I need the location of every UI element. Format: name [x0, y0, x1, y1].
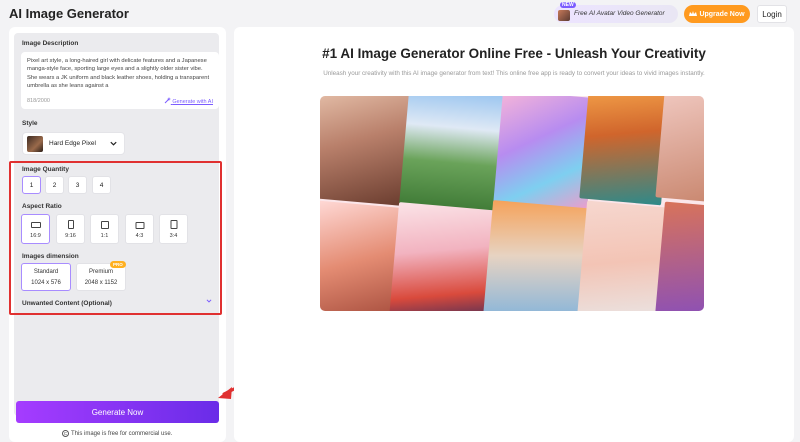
- aspect-ratio-option[interactable]: 16:9: [21, 214, 50, 244]
- ratio-label: 9:16: [65, 233, 76, 239]
- sample-image-collage: [320, 96, 704, 311]
- aspect-ratio-option[interactable]: 3:4: [159, 214, 188, 244]
- sample-image-couple: [320, 200, 401, 311]
- ratio-portrait-icon: [67, 220, 74, 229]
- sample-image-portrait: [655, 201, 704, 311]
- ratio-landscape-icon: [135, 222, 144, 229]
- chevron-down-icon: [110, 141, 117, 146]
- magic-wand-icon: [164, 97, 171, 104]
- chevron-down-icon[interactable]: [206, 298, 212, 304]
- style-thumbnail: [27, 135, 43, 152]
- ratio-portrait-icon: [170, 220, 177, 229]
- generate-with-ai-label: Generate with AI: [172, 99, 213, 105]
- dimension-size: 2048 x 1152: [84, 280, 118, 286]
- commercial-use-text: This image is free for commercial use.: [71, 430, 173, 437]
- dimension-option-standard[interactable]: Standard 1024 x 576: [21, 263, 71, 291]
- upgrade-button[interactable]: Upgrade Now: [684, 5, 750, 23]
- sample-image-portrait: [483, 200, 589, 311]
- copyright-icon: C: [62, 430, 69, 437]
- commercial-use-note: C This image is free for commercial use.: [62, 430, 172, 437]
- pro-badge: PRO: [110, 261, 126, 268]
- upgrade-label: Upgrade Now: [699, 10, 745, 18]
- sample-image-portrait: [655, 96, 704, 203]
- sample-image-landscape: [399, 96, 507, 215]
- description-input[interactable]: Pixel art style, a long-haired girl with…: [21, 52, 219, 109]
- quantity-option[interactable]: 1: [22, 176, 41, 194]
- ratio-label: 16:9: [30, 233, 41, 239]
- description-label: Image Description: [22, 40, 79, 47]
- quantity-label: Image Quantity: [22, 166, 69, 173]
- new-badge: NEW: [560, 2, 576, 8]
- style-select[interactable]: Hard Edge Pixel: [22, 132, 125, 155]
- quantity-option[interactable]: 4: [92, 176, 111, 194]
- dimension-label: Images dimension: [22, 253, 79, 260]
- generate-now-button[interactable]: Generate Now: [16, 401, 219, 423]
- avatar-thumbnail-icon: [558, 10, 570, 21]
- page-title: #1 AI Image Generator Online Free - Unle…: [322, 46, 706, 61]
- app-title: AI Image Generator: [9, 6, 129, 21]
- promo-banner[interactable]: NEW Free AI Avatar Video Generator: [554, 2, 678, 23]
- style-value: Hard Edge Pixel: [49, 140, 96, 147]
- description-text: Pixel art style, a long-haired girl with…: [27, 58, 210, 89]
- dimension-name: Standard: [33, 269, 59, 275]
- quantity-option[interactable]: 2: [45, 176, 64, 194]
- sample-image-portrait: [320, 96, 411, 206]
- generate-with-ai-button[interactable]: Generate with AI: [164, 97, 213, 105]
- ratio-label: 1:1: [100, 233, 109, 239]
- ratio-label: 3:4: [169, 233, 178, 239]
- aspect-ratio-option[interactable]: 1:1: [90, 214, 119, 244]
- login-button[interactable]: Login: [757, 5, 787, 23]
- top-bar: AI Image Generator NEW Free AI Avatar Vi…: [0, 0, 800, 27]
- style-label: Style: [22, 120, 38, 127]
- dimension-size: 1024 x 576: [31, 280, 61, 286]
- promo-text: Free AI Avatar Video Generator: [574, 10, 665, 17]
- unwanted-content-toggle[interactable]: Unwanted Content (Optional): [22, 300, 112, 307]
- aspect-ratio-label: Aspect Ratio: [22, 203, 62, 210]
- quantity-option[interactable]: 3: [68, 176, 87, 194]
- showcase-panel: #1 AI Image Generator Online Free - Unle…: [234, 27, 794, 442]
- aspect-ratio-option[interactable]: 4:3: [125, 214, 154, 244]
- dimension-name: Premium: [88, 269, 113, 275]
- char-count: 818/2000: [27, 98, 50, 104]
- ratio-landscape-icon: [30, 222, 41, 228]
- ratio-label: 4:3: [135, 233, 144, 239]
- sample-image-illustration: [389, 202, 495, 311]
- ratio-square-icon: [100, 221, 109, 229]
- aspect-ratio-option[interactable]: 9:16: [56, 214, 85, 244]
- crown-icon: [689, 11, 698, 16]
- page-subtitle: Unleash your creativity with this AI ima…: [323, 70, 705, 77]
